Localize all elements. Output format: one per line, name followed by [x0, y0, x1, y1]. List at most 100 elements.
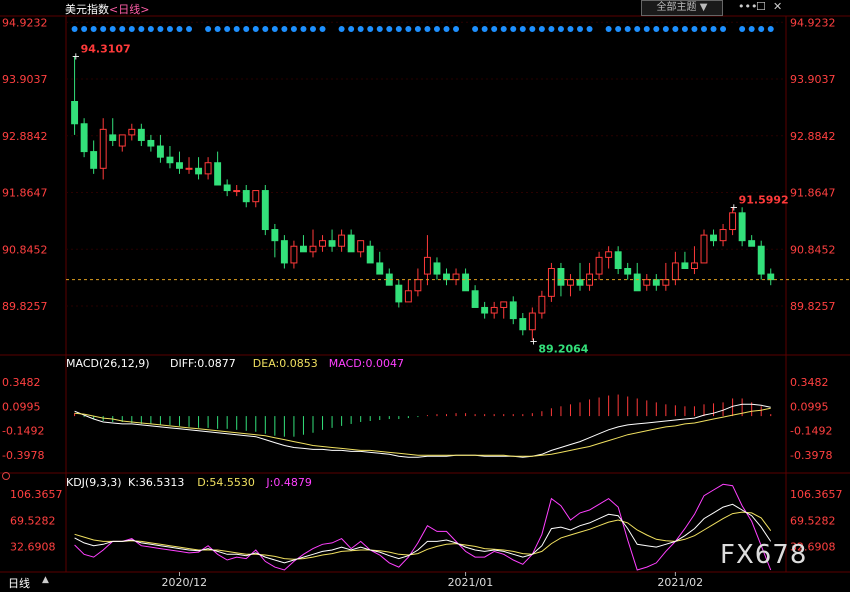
signal-dot	[224, 26, 231, 32]
top-bar: 美元指数<日线> 全部主题 ▼ ••• ☐ ✕	[0, 0, 850, 16]
expand-arrow-icon[interactable]: ▲	[42, 575, 49, 585]
kline-y-tick-left: 93.9037	[2, 73, 48, 86]
signal-dot	[672, 26, 679, 32]
candle-down	[300, 245, 307, 253]
signal-dot	[348, 26, 355, 32]
candle-up	[252, 190, 260, 203]
signal-dot	[634, 26, 641, 32]
candle-down	[462, 273, 470, 292]
kdj-y-tick-right: 69.5282	[790, 514, 836, 527]
window-icon[interactable]: ☐	[756, 0, 766, 13]
x-tick-label: 2021/02	[657, 576, 703, 589]
candle-down	[576, 279, 584, 286]
bottom-period-label[interactable]: 日线	[8, 575, 30, 591]
signal-dot	[138, 26, 145, 32]
signal-dot	[748, 26, 755, 32]
signal-dot	[319, 26, 326, 32]
kdj-legend-entry: D:54.5530	[197, 476, 255, 489]
candle-down	[80, 123, 88, 153]
signal-dot	[433, 26, 440, 32]
candle-down	[481, 306, 489, 314]
candle-up	[319, 240, 326, 247]
candle-down	[557, 268, 565, 286]
kline-y-tick-left: 89.8257	[2, 300, 48, 313]
kline-y-tick-right: 94.9232	[790, 16, 836, 29]
signal-dot	[300, 26, 307, 32]
kline-y-tick-left: 91.8647	[2, 187, 48, 200]
candle-down	[433, 262, 441, 275]
macd-y-tick-right: -0.1492	[790, 425, 832, 438]
signal-dot	[338, 26, 345, 32]
signal-dot	[557, 26, 564, 32]
close-icon[interactable]: ✕	[773, 0, 782, 13]
signal-dot	[243, 26, 250, 32]
candle-down	[176, 162, 183, 169]
macd-y-tick-left: 0.3482	[2, 376, 41, 389]
annotation-marker: +	[72, 51, 80, 62]
x-tick-label: 2020/12	[161, 576, 207, 589]
candle-down	[519, 318, 527, 331]
macd-panel: MACD(26,12,9) DIFF:0.0877 DEA:0.0853 MACD:0…	[66, 357, 772, 458]
candle-down	[214, 162, 222, 186]
kdj-d-line	[74, 511, 772, 560]
macd-y-tick-left: -0.3978	[2, 449, 44, 462]
candle-up	[567, 279, 574, 286]
kdj-y-tick-left: 106.3657	[10, 488, 63, 501]
signal-dot	[615, 26, 622, 32]
signal-dot	[81, 26, 88, 32]
candle-up	[547, 268, 555, 297]
signal-dot	[262, 26, 269, 32]
candle-up	[719, 229, 727, 242]
signal-dot	[281, 26, 288, 32]
candle-down	[242, 190, 250, 203]
candle-up	[118, 134, 126, 147]
kline-y-tick-right: 92.8842	[790, 130, 836, 143]
kdj-y-tick-left: 32.6908	[10, 541, 56, 554]
annotation-label: 91.5992	[739, 193, 789, 206]
candle-up	[99, 128, 107, 169]
signal-dot	[624, 26, 631, 32]
kline-y-tick-right: 89.8257	[790, 300, 836, 313]
chevron-down-icon: ▼	[699, 2, 708, 13]
candle-up	[595, 256, 603, 275]
signal-dot	[720, 26, 727, 32]
x-tick-label: 2021/01	[448, 576, 494, 589]
candle-up	[290, 245, 298, 264]
candle-down	[195, 167, 203, 175]
indicator-toggle-icon[interactable]	[2, 472, 10, 480]
signal-dot	[548, 26, 555, 32]
signal-dot	[186, 26, 193, 32]
dots-icon[interactable]: •••	[738, 0, 757, 13]
signal-dot	[100, 26, 107, 32]
kline-y-tick-right: 91.8647	[790, 187, 836, 200]
signal-dot	[710, 26, 717, 32]
candle-up	[452, 273, 460, 281]
candle-down	[624, 268, 632, 275]
candle-down	[109, 134, 117, 141]
signal-dot	[414, 26, 421, 32]
candle-down	[395, 284, 403, 303]
signal-dot	[309, 26, 316, 32]
signal-dot	[205, 26, 212, 32]
macd-legend-entry: DEA:0.0853	[253, 357, 318, 370]
watermark: FX678	[720, 540, 808, 570]
theme-dropdown-button[interactable]: 全部主题 ▼	[641, 0, 723, 16]
candle-down	[710, 234, 717, 242]
candle-up	[414, 279, 422, 292]
candle-down	[471, 290, 479, 308]
signal-dot	[290, 26, 297, 32]
signal-dot	[700, 26, 707, 32]
candle-down	[681, 262, 689, 269]
signal-dot	[538, 26, 545, 32]
annotation-label: 89.2064	[538, 342, 588, 355]
candle-up	[404, 290, 412, 303]
signal-dot	[367, 26, 374, 32]
symbol-name: 美元指数	[65, 3, 109, 16]
signal-dot	[176, 26, 183, 32]
signal-dot	[739, 26, 746, 32]
candle-up	[185, 167, 193, 170]
signal-dot	[443, 26, 450, 32]
signal-dot	[662, 26, 669, 32]
candle-down	[757, 245, 765, 275]
signal-dot	[233, 26, 240, 32]
